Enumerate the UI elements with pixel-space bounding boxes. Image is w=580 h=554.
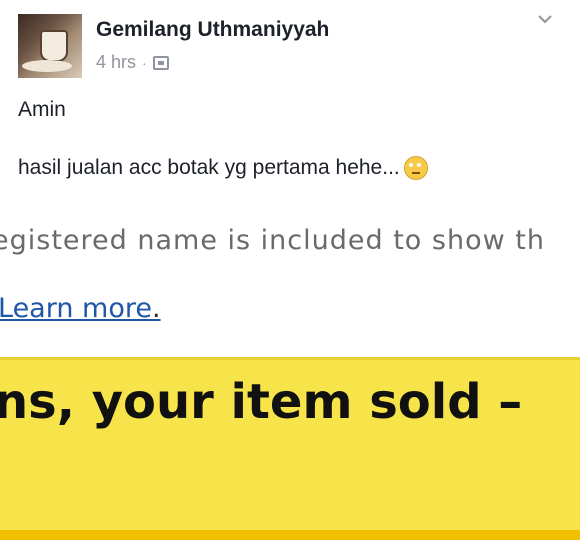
sold-banner-text: ns, your item sold – — [0, 374, 523, 430]
post-line-2: hasil jualan acc botak yg pertama hehe..… — [18, 156, 428, 180]
sold-banner: ns, your item sold – — [0, 357, 580, 540]
post-line-1: Amin — [18, 98, 66, 121]
author-name[interactable]: Gemilang Uthmaniyyah — [96, 18, 329, 42]
embedded-screenshot: egistered name is included to show th Le… — [0, 205, 580, 554]
avatar[interactable] — [18, 14, 82, 78]
avatar-plate — [22, 60, 72, 72]
audience-icon[interactable] — [152, 55, 169, 70]
emoji-icon — [403, 156, 428, 180]
banner-bottom-stripe — [0, 530, 580, 540]
registration-text: egistered name is included to show th — [0, 225, 545, 256]
post-time[interactable]: 4 hrs — [96, 52, 136, 73]
learn-more-suffix: . — [151, 293, 161, 324]
post-header: Gemilang Uthmaniyyah 4 hrs · — [0, 0, 580, 90]
avatar-cup — [40, 30, 68, 62]
learn-more-link[interactable]: Learn more. — [0, 293, 161, 324]
chevron-down-icon[interactable] — [538, 12, 552, 26]
meta-separator: · — [142, 54, 147, 71]
post-line-2-text: hasil jualan acc botak yg pertama hehe..… — [18, 156, 400, 179]
learn-more-label[interactable]: Learn more — [0, 293, 152, 324]
post-meta: 4 hrs · — [96, 52, 169, 73]
